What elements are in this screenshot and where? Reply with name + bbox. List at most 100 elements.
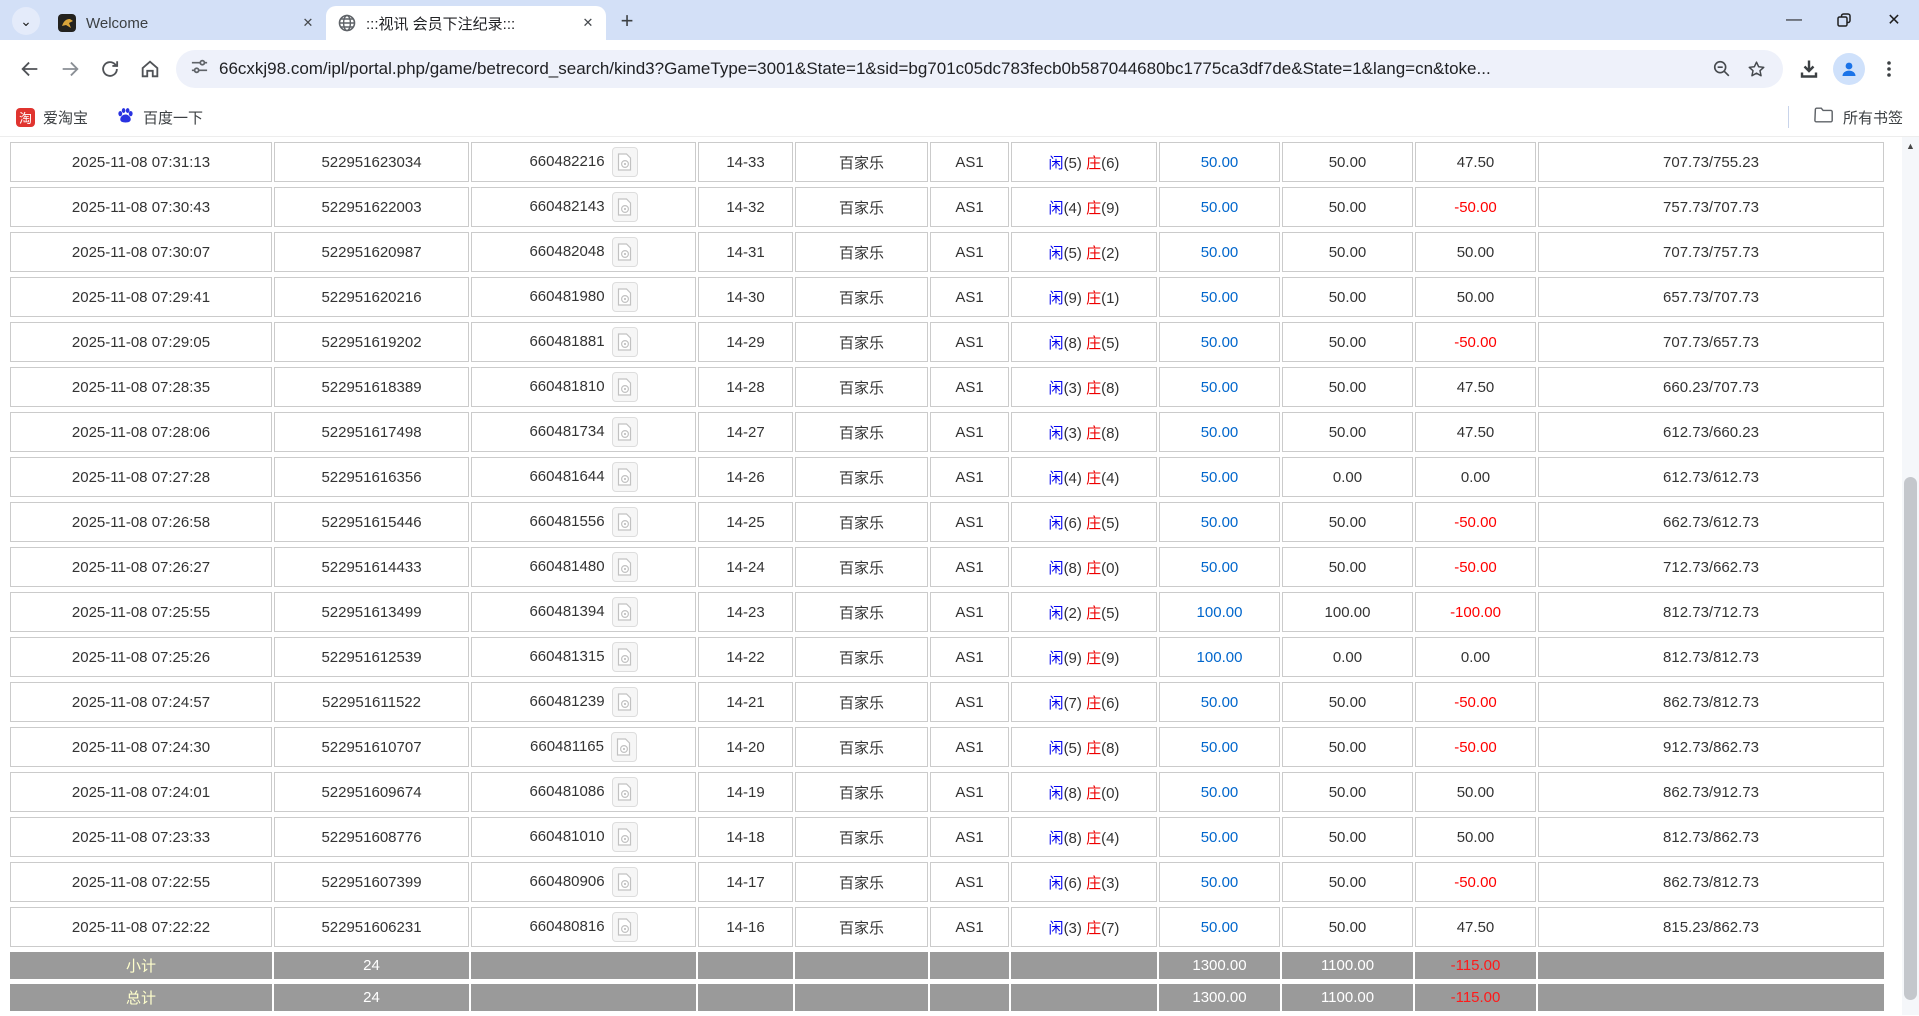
gold-logo-favicon-icon bbox=[58, 14, 76, 32]
video-replay-icon[interactable] bbox=[612, 192, 638, 222]
forward-icon[interactable] bbox=[50, 49, 90, 89]
bet-time: 2025-11-08 07:25:55 bbox=[10, 592, 272, 632]
video-replay-icon[interactable] bbox=[612, 822, 638, 852]
tab-bet-record[interactable]: :::视讯 会员下注纪录::: ✕ bbox=[326, 6, 606, 40]
bet-amount-link[interactable]: 100.00 bbox=[1159, 637, 1280, 677]
bet-amount-link[interactable]: 50.00 bbox=[1159, 322, 1280, 362]
bet-amount-link[interactable]: 50.00 bbox=[1159, 277, 1280, 317]
table-code: AS1 bbox=[930, 502, 1009, 542]
bet-time: 2025-11-08 07:24:30 bbox=[10, 727, 272, 767]
game-round-id: 660481644 bbox=[529, 468, 604, 485]
video-replay-icon[interactable] bbox=[612, 237, 638, 267]
restore-button[interactable] bbox=[1819, 0, 1869, 40]
all-bookmarks[interactable]: 所有书签 bbox=[1788, 106, 1903, 128]
game-round-id: 660481734 bbox=[529, 423, 604, 440]
minimize-button[interactable]: — bbox=[1769, 0, 1819, 40]
bet-content: 闲(9) 庄(1) bbox=[1011, 277, 1157, 317]
table-row: 2025-11-08 07:30:43 522951622003 6604821… bbox=[10, 187, 1884, 227]
back-icon[interactable] bbox=[10, 49, 50, 89]
video-replay-icon[interactable] bbox=[612, 687, 638, 717]
table-row: 2025-11-08 07:26:58 522951615446 6604815… bbox=[10, 502, 1884, 542]
bet-amount-link[interactable]: 50.00 bbox=[1159, 547, 1280, 587]
video-replay-icon[interactable] bbox=[612, 507, 638, 537]
video-replay-icon[interactable] bbox=[612, 327, 638, 357]
bet-amount-link[interactable]: 50.00 bbox=[1159, 862, 1280, 902]
bet-amount-link[interactable]: 50.00 bbox=[1159, 457, 1280, 497]
tab-close-icon[interactable]: ✕ bbox=[298, 13, 318, 33]
zoom-indicator-icon[interactable] bbox=[1705, 52, 1739, 86]
video-replay-icon[interactable] bbox=[611, 732, 637, 762]
bet-amount-link[interactable]: 50.00 bbox=[1159, 187, 1280, 227]
bet-amount-link[interactable]: 50.00 bbox=[1159, 907, 1280, 947]
tab-search-chevron-icon[interactable]: ⌄ bbox=[12, 7, 40, 35]
video-replay-icon[interactable] bbox=[612, 462, 638, 492]
bet-amount-link[interactable]: 50.00 bbox=[1159, 367, 1280, 407]
video-replay-icon[interactable] bbox=[612, 417, 638, 447]
table-row: 2025-11-08 07:27:28 522951616356 6604816… bbox=[10, 457, 1884, 497]
scroll-up-arrow-icon[interactable]: ▲ bbox=[1902, 137, 1919, 154]
bet-amount-link[interactable]: 50.00 bbox=[1159, 817, 1280, 857]
bet-amount-link[interactable]: 50.00 bbox=[1159, 772, 1280, 812]
game-name: 百家乐 bbox=[795, 322, 928, 362]
close-window-button[interactable]: ✕ bbox=[1869, 0, 1919, 40]
balance-before-after: 707.73/757.73 bbox=[1538, 232, 1884, 272]
bookmark-taobao[interactable]: 淘 爱淘宝 bbox=[16, 107, 88, 128]
video-replay-icon[interactable] bbox=[612, 552, 638, 582]
balance-before-after: 757.73/707.73 bbox=[1538, 187, 1884, 227]
bet-id: 522951617498 bbox=[274, 412, 469, 452]
bet-amount-link[interactable]: 50.00 bbox=[1159, 232, 1280, 272]
home-icon[interactable] bbox=[130, 49, 170, 89]
menu-kebab-icon[interactable] bbox=[1869, 49, 1909, 89]
bet-id: 522951606231 bbox=[274, 907, 469, 947]
game-round-cell: 660481980 bbox=[471, 277, 696, 317]
game-round-id: 660481086 bbox=[529, 783, 604, 800]
new-tab-button[interactable]: + bbox=[612, 6, 642, 36]
bet-id: 522951609674 bbox=[274, 772, 469, 812]
bookmarks-separator bbox=[1788, 106, 1789, 128]
video-replay-icon[interactable] bbox=[612, 282, 638, 312]
bookmark-baidu[interactable]: 百度一下 bbox=[116, 106, 203, 129]
video-replay-icon[interactable] bbox=[612, 372, 638, 402]
video-replay-icon[interactable] bbox=[612, 597, 638, 627]
table-row: 2025-11-08 07:29:41 522951620216 6604819… bbox=[10, 277, 1884, 317]
url-text[interactable]: 66cxkj98.com/ipl/portal.php/game/betreco… bbox=[219, 59, 1705, 79]
site-settings-icon[interactable] bbox=[190, 57, 209, 81]
round-number: 14-19 bbox=[698, 772, 793, 812]
bet-amount-link[interactable]: 50.00 bbox=[1159, 412, 1280, 452]
bookmark-star-icon[interactable] bbox=[1739, 52, 1773, 86]
table-row: 2025-11-08 07:24:01 522951609674 6604810… bbox=[10, 772, 1884, 812]
game-name: 百家乐 bbox=[795, 187, 928, 227]
round-number: 14-31 bbox=[698, 232, 793, 272]
tab-close-icon[interactable]: ✕ bbox=[578, 13, 598, 33]
bet-amount-link[interactable]: 100.00 bbox=[1159, 592, 1280, 632]
scrollbar-thumb[interactable] bbox=[1904, 477, 1917, 1000]
game-name: 百家乐 bbox=[795, 367, 928, 407]
bet-amount-link[interactable]: 50.00 bbox=[1159, 682, 1280, 722]
table-code: AS1 bbox=[930, 637, 1009, 677]
download-icon[interactable] bbox=[1789, 49, 1829, 89]
video-replay-icon[interactable] bbox=[612, 912, 638, 942]
video-replay-icon[interactable] bbox=[612, 777, 638, 807]
bet-amount-link[interactable]: 50.00 bbox=[1159, 727, 1280, 767]
bet-amount-link[interactable]: 50.00 bbox=[1159, 142, 1280, 182]
win-loss: -50.00 bbox=[1415, 547, 1536, 587]
vertical-scrollbar[interactable]: ▲ bbox=[1902, 137, 1919, 1015]
bet-content: 闲(8) 庄(5) bbox=[1011, 322, 1157, 362]
address-bar[interactable]: 66cxkj98.com/ipl/portal.php/game/betreco… bbox=[176, 50, 1783, 88]
valid-amount: 50.00 bbox=[1282, 772, 1413, 812]
video-replay-icon[interactable] bbox=[612, 642, 638, 672]
video-replay-icon[interactable] bbox=[612, 147, 638, 177]
bet-time: 2025-11-08 07:25:26 bbox=[10, 637, 272, 677]
game-name: 百家乐 bbox=[795, 457, 928, 497]
round-number: 14-25 bbox=[698, 502, 793, 542]
round-number: 14-17 bbox=[698, 862, 793, 902]
profile-avatar-icon[interactable] bbox=[1829, 49, 1869, 89]
table-row: 2025-11-08 07:28:35 522951618389 6604818… bbox=[10, 367, 1884, 407]
round-number: 14-28 bbox=[698, 367, 793, 407]
table-code: AS1 bbox=[930, 322, 1009, 362]
tab-welcome[interactable]: Welcome ✕ bbox=[46, 6, 326, 40]
balance-before-after: 912.73/862.73 bbox=[1538, 727, 1884, 767]
bet-amount-link[interactable]: 50.00 bbox=[1159, 502, 1280, 542]
reload-icon[interactable] bbox=[90, 49, 130, 89]
video-replay-icon[interactable] bbox=[612, 867, 638, 897]
